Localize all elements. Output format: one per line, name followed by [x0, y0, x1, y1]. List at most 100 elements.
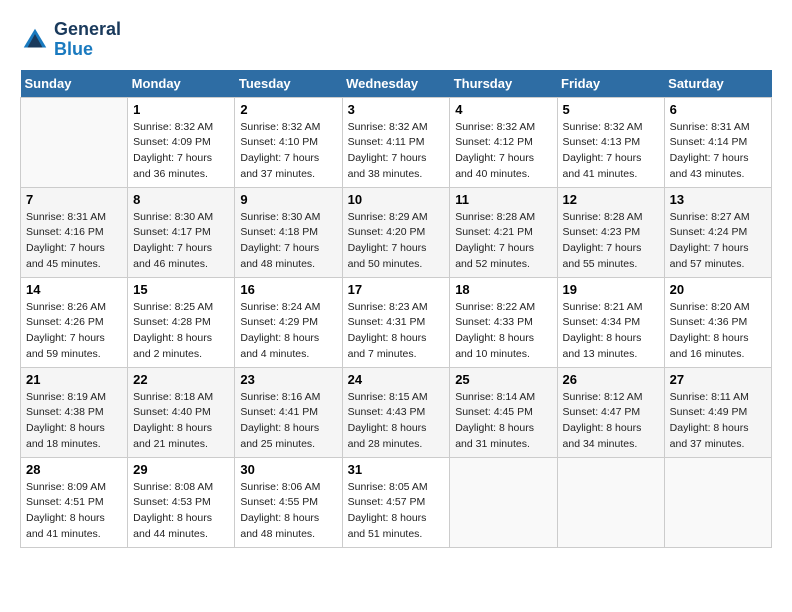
- day-info: Sunrise: 8:23 AMSunset: 4:31 PMDaylight:…: [348, 300, 445, 363]
- page-header: General Blue: [20, 20, 772, 60]
- logo-text: General Blue: [54, 20, 121, 60]
- day-number: 11: [455, 192, 551, 207]
- day-number: 26: [563, 372, 659, 387]
- calendar-cell: 1 Sunrise: 8:32 AMSunset: 4:09 PMDaylight…: [128, 97, 235, 187]
- day-number: 3: [348, 102, 445, 117]
- day-info: Sunrise: 8:18 AMSunset: 4:40 PMDaylight:…: [133, 390, 229, 453]
- calendar-cell: [450, 457, 557, 547]
- day-number: 28: [26, 462, 122, 477]
- day-number: 15: [133, 282, 229, 297]
- calendar-cell: 12 Sunrise: 8:28 AMSunset: 4:23 PMDayligh…: [557, 187, 664, 277]
- day-info: Sunrise: 8:25 AMSunset: 4:28 PMDaylight:…: [133, 300, 229, 363]
- day-number: 8: [133, 192, 229, 207]
- day-info: Sunrise: 8:15 AMSunset: 4:43 PMDaylight:…: [348, 390, 445, 453]
- weekday-header: Tuesday: [235, 70, 342, 98]
- day-number: 20: [670, 282, 766, 297]
- day-info: Sunrise: 8:21 AMSunset: 4:34 PMDaylight:…: [563, 300, 659, 363]
- day-info: Sunrise: 8:29 AMSunset: 4:20 PMDaylight:…: [348, 210, 445, 273]
- day-info: Sunrise: 8:30 AMSunset: 4:18 PMDaylight:…: [240, 210, 336, 273]
- calendar-cell: 2 Sunrise: 8:32 AMSunset: 4:10 PMDaylight…: [235, 97, 342, 187]
- day-info: Sunrise: 8:31 AMSunset: 4:14 PMDaylight:…: [670, 120, 766, 183]
- day-info: Sunrise: 8:32 AMSunset: 4:12 PMDaylight:…: [455, 120, 551, 183]
- calendar-cell: [21, 97, 128, 187]
- calendar-cell: 17Sunrise: 8:23 AMSunset: 4:31 PMDayligh…: [342, 277, 450, 367]
- calendar-cell: 9 Sunrise: 8:30 AMSunset: 4:18 PMDaylight…: [235, 187, 342, 277]
- calendar-cell: 21Sunrise: 8:19 AMSunset: 4:38 PMDayligh…: [21, 367, 128, 457]
- day-number: 24: [348, 372, 445, 387]
- day-info: Sunrise: 8:16 AMSunset: 4:41 PMDaylight:…: [240, 390, 336, 453]
- day-number: 19: [563, 282, 659, 297]
- calendar-cell: 13Sunrise: 8:27 AMSunset: 4:24 PMDayligh…: [664, 187, 771, 277]
- day-info: Sunrise: 8:30 AMSunset: 4:17 PMDaylight:…: [133, 210, 229, 273]
- day-info: Sunrise: 8:05 AMSunset: 4:57 PMDaylight:…: [348, 480, 445, 543]
- calendar-week: 21Sunrise: 8:19 AMSunset: 4:38 PMDayligh…: [21, 367, 772, 457]
- day-info: Sunrise: 8:24 AMSunset: 4:29 PMDaylight:…: [240, 300, 336, 363]
- calendar-cell: 26 Sunrise: 8:12 AMSunset: 4:47 PMDayligh…: [557, 367, 664, 457]
- day-info: Sunrise: 8:32 AMSunset: 4:10 PMDaylight:…: [240, 120, 336, 183]
- calendar-cell: 4 Sunrise: 8:32 AMSunset: 4:12 PMDaylight…: [450, 97, 557, 187]
- day-number: 6: [670, 102, 766, 117]
- calendar-cell: 15 Sunrise: 8:25 AMSunset: 4:28 PMDayligh…: [128, 277, 235, 367]
- day-number: 29: [133, 462, 229, 477]
- day-number: 1: [133, 102, 229, 117]
- day-number: 31: [348, 462, 445, 477]
- calendar-week: 7 Sunrise: 8:31 AMSunset: 4:16 PMDaylight…: [21, 187, 772, 277]
- calendar-cell: 3 Sunrise: 8:32 AMSunset: 4:11 PMDaylight…: [342, 97, 450, 187]
- logo-icon: [20, 25, 50, 55]
- day-info: Sunrise: 8:32 AMSunset: 4:09 PMDaylight:…: [133, 120, 229, 183]
- calendar-week: 28 Sunrise: 8:09 AMSunset: 4:51 PMDayligh…: [21, 457, 772, 547]
- calendar-cell: 19 Sunrise: 8:21 AMSunset: 4:34 PMDayligh…: [557, 277, 664, 367]
- calendar-cell: 16Sunrise: 8:24 AMSunset: 4:29 PMDayligh…: [235, 277, 342, 367]
- calendar-cell: 22Sunrise: 8:18 AMSunset: 4:40 PMDayligh…: [128, 367, 235, 457]
- day-info: Sunrise: 8:32 AMSunset: 4:11 PMDaylight:…: [348, 120, 445, 183]
- day-number: 7: [26, 192, 122, 207]
- day-number: 13: [670, 192, 766, 207]
- day-info: Sunrise: 8:06 AMSunset: 4:55 PMDaylight:…: [240, 480, 336, 543]
- calendar-cell: 14 Sunrise: 8:26 AMSunset: 4:26 PMDayligh…: [21, 277, 128, 367]
- header-row: SundayMondayTuesdayWednesdayThursdayFrid…: [21, 70, 772, 98]
- weekday-header: Sunday: [21, 70, 128, 98]
- day-info: Sunrise: 8:09 AMSunset: 4:51 PMDaylight:…: [26, 480, 122, 543]
- day-number: 10: [348, 192, 445, 207]
- day-number: 12: [563, 192, 659, 207]
- day-info: Sunrise: 8:31 AMSunset: 4:16 PMDaylight:…: [26, 210, 122, 273]
- day-info: Sunrise: 8:12 AMSunset: 4:47 PMDaylight:…: [563, 390, 659, 453]
- day-number: 14: [26, 282, 122, 297]
- weekday-header: Friday: [557, 70, 664, 98]
- day-number: 9: [240, 192, 336, 207]
- day-info: Sunrise: 8:22 AMSunset: 4:33 PMDaylight:…: [455, 300, 551, 363]
- day-info: Sunrise: 8:26 AMSunset: 4:26 PMDaylight:…: [26, 300, 122, 363]
- logo: General Blue: [20, 20, 121, 60]
- day-info: Sunrise: 8:19 AMSunset: 4:38 PMDaylight:…: [26, 390, 122, 453]
- day-number: 2: [240, 102, 336, 117]
- calendar-cell: 11 Sunrise: 8:28 AMSunset: 4:21 PMDayligh…: [450, 187, 557, 277]
- calendar-cell: 5Sunrise: 8:32 AMSunset: 4:13 PMDaylight…: [557, 97, 664, 187]
- calendar-cell: 29Sunrise: 8:08 AMSunset: 4:53 PMDayligh…: [128, 457, 235, 547]
- calendar-cell: 25 Sunrise: 8:14 AMSunset: 4:45 PMDayligh…: [450, 367, 557, 457]
- calendar-cell: 10 Sunrise: 8:29 AMSunset: 4:20 PMDayligh…: [342, 187, 450, 277]
- day-info: Sunrise: 8:32 AMSunset: 4:13 PMDaylight:…: [563, 120, 659, 183]
- calendar-cell: 28 Sunrise: 8:09 AMSunset: 4:51 PMDayligh…: [21, 457, 128, 547]
- calendar-cell: 20 Sunrise: 8:20 AMSunset: 4:36 PMDayligh…: [664, 277, 771, 367]
- weekday-header: Thursday: [450, 70, 557, 98]
- calendar-cell: 30 Sunrise: 8:06 AMSunset: 4:55 PMDayligh…: [235, 457, 342, 547]
- day-number: 18: [455, 282, 551, 297]
- day-info: Sunrise: 8:20 AMSunset: 4:36 PMDaylight:…: [670, 300, 766, 363]
- calendar-cell: 23 Sunrise: 8:16 AMSunset: 4:41 PMDayligh…: [235, 367, 342, 457]
- weekday-header: Saturday: [664, 70, 771, 98]
- day-info: Sunrise: 8:11 AMSunset: 4:49 PMDaylight:…: [670, 390, 766, 453]
- day-number: 23: [240, 372, 336, 387]
- day-info: Sunrise: 8:14 AMSunset: 4:45 PMDaylight:…: [455, 390, 551, 453]
- calendar-table: SundayMondayTuesdayWednesdayThursdayFrid…: [20, 70, 772, 548]
- day-info: Sunrise: 8:28 AMSunset: 4:21 PMDaylight:…: [455, 210, 551, 273]
- calendar-cell: 18 Sunrise: 8:22 AMSunset: 4:33 PMDayligh…: [450, 277, 557, 367]
- day-number: 25: [455, 372, 551, 387]
- day-number: 30: [240, 462, 336, 477]
- day-number: 4: [455, 102, 551, 117]
- calendar-week: 14 Sunrise: 8:26 AMSunset: 4:26 PMDayligh…: [21, 277, 772, 367]
- day-info: Sunrise: 8:28 AMSunset: 4:23 PMDaylight:…: [563, 210, 659, 273]
- weekday-header: Wednesday: [342, 70, 450, 98]
- calendar-cell: 7 Sunrise: 8:31 AMSunset: 4:16 PMDaylight…: [21, 187, 128, 277]
- calendar-cell: 31 Sunrise: 8:05 AMSunset: 4:57 PMDayligh…: [342, 457, 450, 547]
- weekday-header: Monday: [128, 70, 235, 98]
